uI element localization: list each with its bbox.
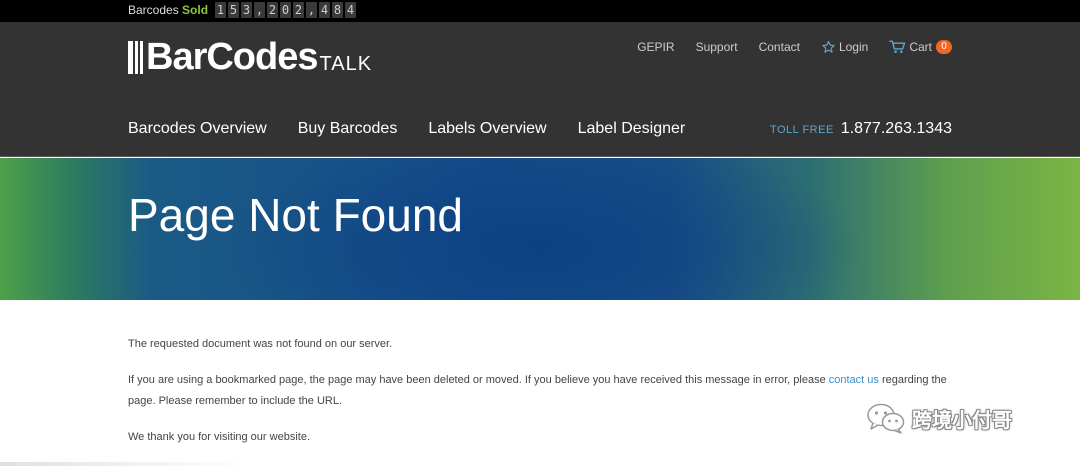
star-icon xyxy=(822,40,835,53)
login-label: Login xyxy=(838,40,869,54)
counter-digit: 3 xyxy=(241,2,252,18)
toll-free-phone[interactable]: TOLL FREE 1.877.263.1343 xyxy=(770,120,952,138)
counter-digit: 2 xyxy=(267,2,278,18)
utility-nav: GEPIR Support Contact Login Cart 0 xyxy=(616,40,952,54)
counter-digit: 4 xyxy=(345,2,356,18)
logo-sub-text: TALK xyxy=(319,53,373,75)
nav-label-designer[interactable]: Label Designer xyxy=(578,120,686,138)
barcode-counter-bar: Barcodes Sold 1 5 3 , 2 0 2 , 4 8 4 xyxy=(0,0,1080,22)
page-title: Page Not Found xyxy=(128,189,464,241)
toll-free-label: TOLL FREE xyxy=(769,124,834,136)
cart-count-badge: 0 xyxy=(936,40,952,54)
logo-main-text: BarCodes xyxy=(146,36,318,78)
site-header: BarCodes TALK GEPIR Support Contact Logi… xyxy=(0,22,1080,157)
counter-label: Barcodes Sold xyxy=(128,3,208,17)
page-content: The requested document was not found on … xyxy=(128,334,958,463)
bottom-shadow xyxy=(0,462,250,466)
counter-digit: 5 xyxy=(228,2,239,18)
content-text: If you are using a bookmarked page, the … xyxy=(128,374,829,386)
nav-link-support[interactable]: Support xyxy=(696,40,738,54)
nav-link-gepir[interactable]: GEPIR xyxy=(637,40,674,54)
cart-icon xyxy=(889,40,906,54)
hero-banner: Page Not Found xyxy=(0,158,1080,300)
content-paragraph: If you are using a bookmarked page, the … xyxy=(128,370,958,412)
login-link[interactable]: Login xyxy=(821,40,868,54)
watermark-text: 跨境小付哥 xyxy=(912,409,1012,432)
counter-digit: 0 xyxy=(280,2,291,18)
counter-digits: 1 5 3 , 2 0 2 , 4 8 4 xyxy=(215,2,356,18)
counter-label-highlight: Sold xyxy=(182,3,209,17)
nav-link-contact[interactable]: Contact xyxy=(759,40,800,54)
cart-link[interactable]: Cart 0 xyxy=(889,40,952,54)
site-logo[interactable]: BarCodes TALK xyxy=(128,36,373,78)
nav-labels-overview[interactable]: Labels Overview xyxy=(428,120,546,138)
toll-free-number: 1.877.263.1343 xyxy=(840,120,952,137)
counter-label-prefix: Barcodes xyxy=(128,3,179,17)
barcode-logo-icon xyxy=(128,41,143,74)
content-paragraph: The requested document was not found on … xyxy=(128,338,393,350)
main-nav: Barcodes Overview Buy Barcodes Labels Ov… xyxy=(128,120,716,138)
cart-label: Cart xyxy=(909,40,932,54)
wechat-icon xyxy=(867,403,905,434)
counter-digit: 1 xyxy=(215,2,226,18)
counter-digit: 4 xyxy=(319,2,330,18)
content-paragraph: We thank you for visiting our website. xyxy=(128,431,310,443)
counter-separator: , xyxy=(306,2,317,18)
nav-buy-barcodes[interactable]: Buy Barcodes xyxy=(298,120,398,138)
contact-us-link[interactable]: contact us xyxy=(829,374,879,386)
watermark: 跨境小付哥 xyxy=(866,402,1012,434)
counter-digit: 2 xyxy=(293,2,304,18)
counter-separator: , xyxy=(254,2,265,18)
nav-barcodes-overview[interactable]: Barcodes Overview xyxy=(128,120,267,138)
counter-digit: 8 xyxy=(332,2,343,18)
